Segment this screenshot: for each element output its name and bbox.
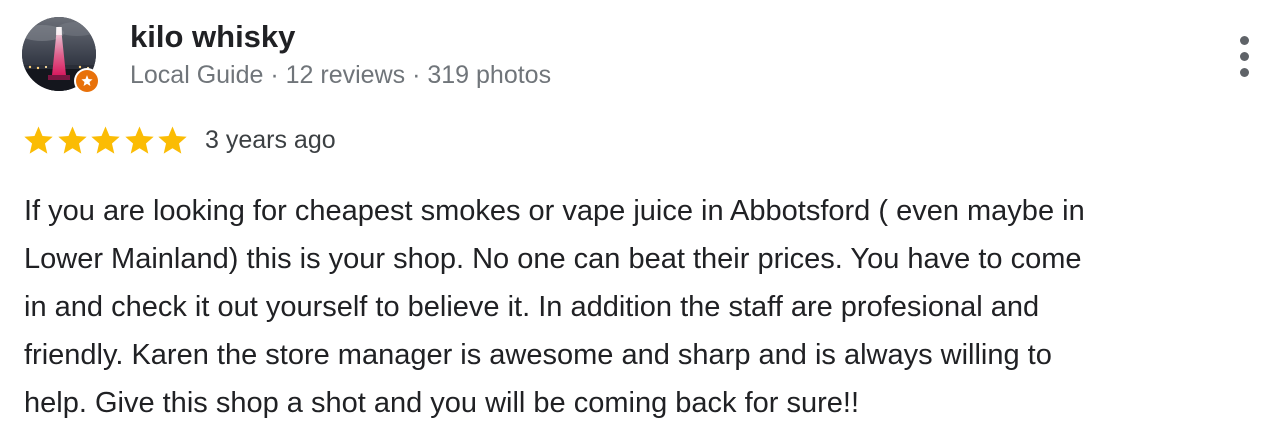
star-icon	[24, 125, 53, 154]
author-name[interactable]: kilo whisky	[130, 17, 295, 57]
local-guide-star-icon	[74, 68, 100, 94]
menu-dot	[1239, 51, 1249, 61]
star-icon	[57, 125, 87, 154]
menu-dot	[1239, 35, 1249, 45]
star-icon	[124, 125, 154, 154]
review-card: kilo whisky Local Guide · 12 reviews · 3…	[0, 0, 1287, 442]
review-text: If you are looking for cheapest smokes o…	[24, 187, 1274, 427]
review-text-line: in and check it out yourself to believe …	[24, 291, 1040, 323]
menu-dot	[1239, 67, 1249, 77]
more-vert-icon[interactable]	[1222, 30, 1266, 82]
review-time: 3 years ago	[205, 126, 336, 154]
author-meta[interactable]: Local Guide · 12 reviews · 319 photos	[130, 58, 551, 92]
review-text-line: Lower Mainland) this is your shop. No on…	[24, 243, 1082, 275]
star-icon	[91, 125, 120, 154]
star-rating	[22, 121, 190, 159]
review-text-line: If you are looking for cheapest smokes o…	[24, 195, 1085, 227]
review-text-line: friendly. Karen the store manager is awe…	[24, 339, 1052, 371]
avatar[interactable]	[22, 17, 100, 95]
star-icon	[158, 125, 187, 154]
review-text-line: help. Give this shop a shot and you will…	[24, 387, 859, 419]
